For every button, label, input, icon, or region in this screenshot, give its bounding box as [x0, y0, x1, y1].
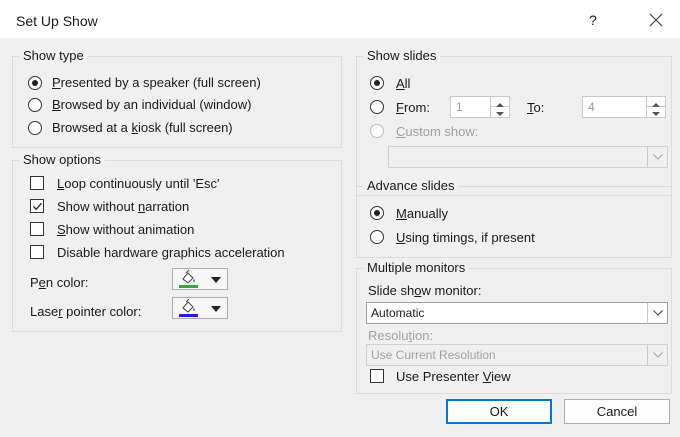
from-slide-spinner[interactable]: 1	[450, 96, 510, 118]
checkbox-show-without-narration[interactable]	[30, 199, 44, 213]
dropdown-arrow-icon	[211, 306, 221, 312]
chevron-down-icon	[653, 352, 663, 358]
checkmark-icon	[33, 202, 42, 211]
label-show-without-narration: Show without narration	[57, 199, 190, 214]
show-options-title: Show options	[19, 152, 106, 167]
to-slide-value: 4	[588, 100, 595, 114]
paint-bucket-icon	[179, 298, 198, 317]
label-to: To:	[527, 100, 545, 115]
resolution-value: Use Current Resolution	[371, 348, 496, 362]
close-button[interactable]	[644, 8, 668, 32]
dialog-body: Show type Presented by a speaker (full s…	[0, 38, 680, 437]
label-disable-hardware-acceleration: Disable hardware graphics acceleration	[57, 245, 285, 260]
label-slide-show-monitor: Slide show monitor:	[368, 283, 482, 298]
spin-down-icon	[652, 112, 660, 116]
to-slide-spinner[interactable]: 4	[582, 96, 666, 118]
label-laser-pointer-color: Laser pointer color:	[30, 304, 142, 319]
custom-show-dropdown[interactable]	[388, 146, 668, 168]
label-manually: Manually	[396, 206, 449, 221]
label-pen-color: Pen color:	[30, 275, 89, 290]
spin-down-icon	[496, 112, 504, 116]
label-from: From:	[396, 100, 430, 115]
label-browsed-at-kiosk: Browsed at a kiosk (full screen)	[52, 120, 233, 135]
label-custom-show: Custom show:	[396, 124, 479, 139]
chevron-down-icon	[653, 310, 663, 316]
radio-presented-by-speaker[interactable]	[28, 76, 42, 90]
radio-browsed-at-kiosk[interactable]	[28, 121, 42, 135]
ok-button[interactable]: OK	[446, 399, 552, 424]
to-spin-up[interactable]	[647, 97, 665, 107]
multiple-monitors-title: Multiple monitors	[363, 260, 470, 275]
radio-using-timings[interactable]	[370, 230, 384, 244]
slide-show-monitor-dropdown[interactable]: Automatic	[366, 302, 668, 324]
radio-browsed-by-individual[interactable]	[28, 98, 42, 112]
radio-all-slides[interactable]	[370, 76, 384, 90]
advance-slides-title: Advance slides	[363, 178, 459, 193]
paint-bucket-icon	[179, 269, 198, 288]
checkbox-loop-continuously[interactable]	[30, 176, 44, 190]
cancel-button[interactable]: Cancel	[564, 399, 670, 424]
radio-custom-show[interactable]	[370, 124, 384, 138]
label-using-timings: Using timings, if present	[396, 230, 535, 245]
from-spin-down[interactable]	[491, 107, 509, 117]
from-slide-value: 1	[456, 100, 463, 114]
show-slides-title: Show slides	[363, 48, 441, 63]
from-spin-up[interactable]	[491, 97, 509, 107]
close-icon	[649, 13, 663, 27]
checkbox-use-presenter-view[interactable]	[370, 369, 384, 383]
resolution-dropdown[interactable]: Use Current Resolution	[366, 344, 668, 366]
checkbox-show-without-animation[interactable]	[30, 222, 44, 236]
label-show-without-animation: Show without animation	[57, 222, 195, 237]
radio-manually[interactable]	[370, 206, 384, 220]
laser-pointer-color-button[interactable]	[172, 297, 228, 319]
show-type-title: Show type	[19, 48, 88, 63]
radio-from-slide[interactable]	[370, 100, 384, 114]
chevron-down-icon	[653, 154, 663, 160]
to-spin-down[interactable]	[647, 107, 665, 117]
label-all-slides: All	[396, 76, 411, 91]
help-button[interactable]: ?	[583, 10, 603, 30]
title-bar: Set Up Show ?	[0, 0, 680, 38]
label-presented-by-speaker: Presented by a speaker (full screen)	[52, 75, 261, 90]
label-browsed-by-individual: Browsed by an individual (window)	[52, 97, 252, 112]
advance-slides-group: Advance slides	[356, 178, 672, 258]
pen-color-swatch	[179, 285, 198, 288]
laser-color-swatch	[179, 314, 198, 317]
slide-show-monitor-value: Automatic	[371, 306, 425, 320]
dialog-title: Set Up Show	[16, 13, 98, 29]
pen-color-button[interactable]	[172, 268, 228, 290]
label-loop-continuously: Loop continuously until 'Esc'	[57, 176, 220, 191]
checkbox-disable-hardware-acceleration[interactable]	[30, 245, 44, 259]
label-resolution: Resolution:	[368, 328, 434, 343]
label-use-presenter-view: Use Presenter View	[396, 369, 511, 384]
dropdown-arrow-icon	[211, 277, 221, 283]
